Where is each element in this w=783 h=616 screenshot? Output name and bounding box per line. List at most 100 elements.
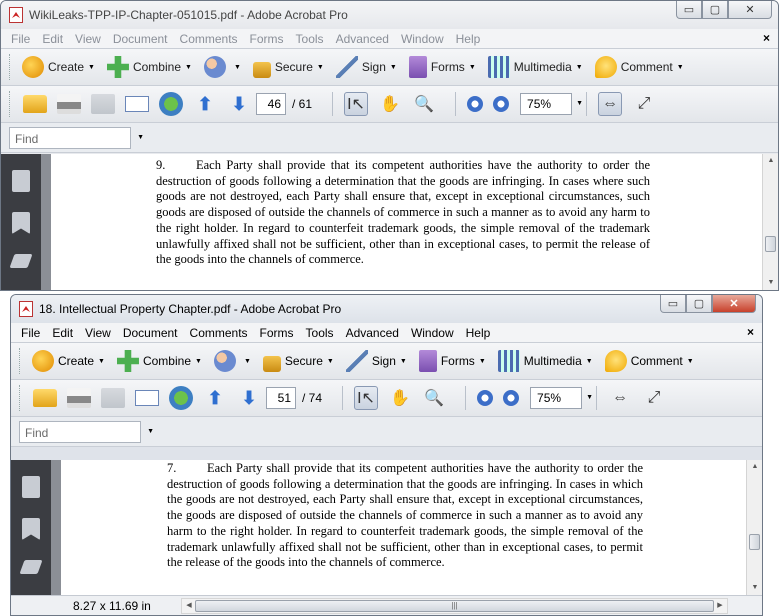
back-document-close-button[interactable]: × [763, 31, 770, 45]
front-vertical-scrollbar[interactable]: ▲ ▼ [746, 460, 762, 595]
back-menu-edit[interactable]: Edit [36, 32, 69, 46]
pdf-icon [9, 7, 23, 23]
back-create-button[interactable]: Create ▼ [18, 53, 99, 81]
bookmarks-panel-icon[interactable] [12, 212, 30, 234]
front-horizontal-scrollbar[interactable]: ◀ ||| ▶ [181, 597, 728, 614]
zoom-out-icon[interactable]: − [477, 390, 494, 406]
toolbar-grip[interactable] [9, 91, 12, 117]
pages-panel-icon[interactable] [12, 170, 30, 192]
back-menu-view[interactable]: View [69, 32, 107, 46]
front-navigation-pane [11, 460, 51, 595]
next-page-icon[interactable]: ⬇ [227, 92, 251, 116]
front-sign-button[interactable]: Sign ▼ [342, 347, 411, 375]
save-icon[interactable] [101, 388, 125, 408]
open-folder-icon[interactable] [33, 389, 57, 407]
back-minimize-button[interactable]: ▭ [676, 1, 702, 19]
front-menu-edit[interactable]: Edit [46, 326, 79, 340]
front-menu-window[interactable]: Window [405, 326, 460, 340]
back-menu-comments[interactable]: Comments [174, 32, 244, 46]
next-page-icon[interactable]: ⬇ [237, 386, 261, 410]
toolbar-grip[interactable] [19, 385, 22, 411]
back-zoom-select[interactable]: 75% ▼ [520, 93, 583, 115]
back-title-bar[interactable]: WikiLeaks-TPP-IP-Chapter-051015.pdf - Ad… [1, 1, 778, 29]
signatures-panel-icon[interactable] [19, 560, 43, 574]
back-combine-button[interactable]: Combine ▼ [103, 53, 196, 81]
fit-page-icon[interactable]: ⤢ [642, 386, 666, 410]
toolbar-grip[interactable] [19, 348, 22, 374]
select-tool-icon[interactable]: I↖ [344, 92, 369, 116]
signatures-panel-icon[interactable] [9, 254, 33, 268]
back-secure-button[interactable]: Secure ▼ [249, 53, 328, 81]
back-menu-window[interactable]: Window [395, 32, 450, 46]
open-folder-icon[interactable] [23, 95, 47, 113]
front-collaborate-button[interactable]: ▼ [210, 347, 255, 375]
front-find-input[interactable]: Find ▼ [19, 420, 154, 443]
back-menu-help[interactable]: Help [450, 32, 487, 46]
hand-tool-icon[interactable]: ✋ [388, 386, 412, 410]
marquee-zoom-icon[interactable]: 🔍 [412, 92, 436, 116]
hand-tool-icon[interactable]: ✋ [378, 92, 402, 116]
front-title-bar[interactable]: 18. Intellectual Property Chapter.pdf - … [11, 295, 762, 323]
front-hscroll-thumb[interactable]: ||| [195, 599, 714, 612]
zoom-out-icon[interactable]: − [467, 96, 484, 112]
front-menu-tools[interactable]: Tools [300, 326, 340, 340]
back-collaborate-button[interactable]: ▼ [200, 53, 245, 81]
zoom-in-icon[interactable]: + [503, 390, 520, 406]
front-scroll-thumb[interactable] [749, 534, 760, 550]
print-icon[interactable] [57, 94, 81, 114]
back-find-input[interactable]: Find ▼ [9, 126, 144, 149]
toolbar-grip[interactable] [9, 54, 12, 80]
front-secure-button[interactable]: Secure ▼ [259, 347, 338, 375]
back-page-number-input[interactable]: 46 [256, 93, 286, 115]
front-multimedia-button[interactable]: Multimedia ▼ [494, 347, 597, 375]
back-menu-forms[interactable]: Forms [244, 32, 290, 46]
fit-page-icon[interactable]: ⤢ [632, 92, 656, 116]
back-multimedia-button[interactable]: Multimedia ▼ [484, 53, 587, 81]
share-icon[interactable] [169, 386, 193, 410]
front-minimize-button[interactable]: ▭ [660, 295, 686, 313]
front-comment-button[interactable]: Comment ▼ [601, 347, 698, 375]
print-icon[interactable] [67, 388, 91, 408]
front-close-button[interactable]: ✕ [712, 295, 756, 313]
back-scroll-thumb[interactable] [765, 236, 776, 252]
front-menu-file[interactable]: File [15, 326, 46, 340]
front-navigation-toolbar: ⬆ ⬇ 51 / 74 I↖ ✋ 🔍 − + 75% ▼ ⇔ ⤢ [11, 380, 762, 417]
back-menu-advanced[interactable]: Advanced [330, 32, 395, 46]
back-menu-file[interactable]: File [5, 32, 36, 46]
front-create-button[interactable]: Create ▼ [28, 347, 109, 375]
front-zoom-select[interactable]: 75% ▼ [530, 387, 593, 409]
fit-width-icon[interactable]: ⇔ [598, 92, 623, 116]
front-page-number-input[interactable]: 51 [266, 387, 296, 409]
fit-width-icon[interactable]: ⇔ [608, 386, 632, 410]
front-forms-button[interactable]: Forms ▼ [415, 347, 490, 375]
back-maximize-button[interactable]: ▢ [702, 1, 728, 19]
email-icon[interactable] [135, 390, 159, 406]
back-forms-button[interactable]: Forms ▼ [405, 53, 480, 81]
select-tool-icon[interactable]: I↖ [354, 386, 379, 410]
back-close-button[interactable]: ✕ [728, 1, 772, 19]
back-vertical-scrollbar[interactable]: ▲ ▼ [762, 154, 778, 290]
previous-page-icon[interactable]: ⬆ [203, 386, 227, 410]
front-menu-advanced[interactable]: Advanced [340, 326, 405, 340]
front-combine-button[interactable]: Combine ▼ [113, 347, 206, 375]
back-menu-document[interactable]: Document [107, 32, 174, 46]
back-menu-tools[interactable]: Tools [290, 32, 330, 46]
marquee-zoom-icon[interactable]: 🔍 [422, 386, 446, 410]
email-icon[interactable] [125, 96, 149, 112]
front-menu-comments[interactable]: Comments [184, 326, 254, 340]
back-sign-button[interactable]: Sign ▼ [332, 53, 401, 81]
bookmarks-panel-icon[interactable] [22, 518, 40, 540]
front-document-close-button[interactable]: × [747, 325, 754, 339]
pages-panel-icon[interactable] [22, 476, 40, 498]
previous-page-icon[interactable]: ⬆ [193, 92, 217, 116]
front-maximize-button[interactable]: ▢ [686, 295, 712, 313]
share-icon[interactable] [159, 92, 183, 116]
front-acrobat-window: 18. Intellectual Property Chapter.pdf - … [10, 294, 763, 616]
front-menu-document[interactable]: Document [117, 326, 184, 340]
zoom-in-icon[interactable]: + [493, 96, 510, 112]
save-icon[interactable] [91, 94, 115, 114]
front-menu-help[interactable]: Help [460, 326, 497, 340]
back-comment-button[interactable]: Comment ▼ [591, 53, 688, 81]
front-menu-view[interactable]: View [79, 326, 117, 340]
front-menu-forms[interactable]: Forms [254, 326, 300, 340]
